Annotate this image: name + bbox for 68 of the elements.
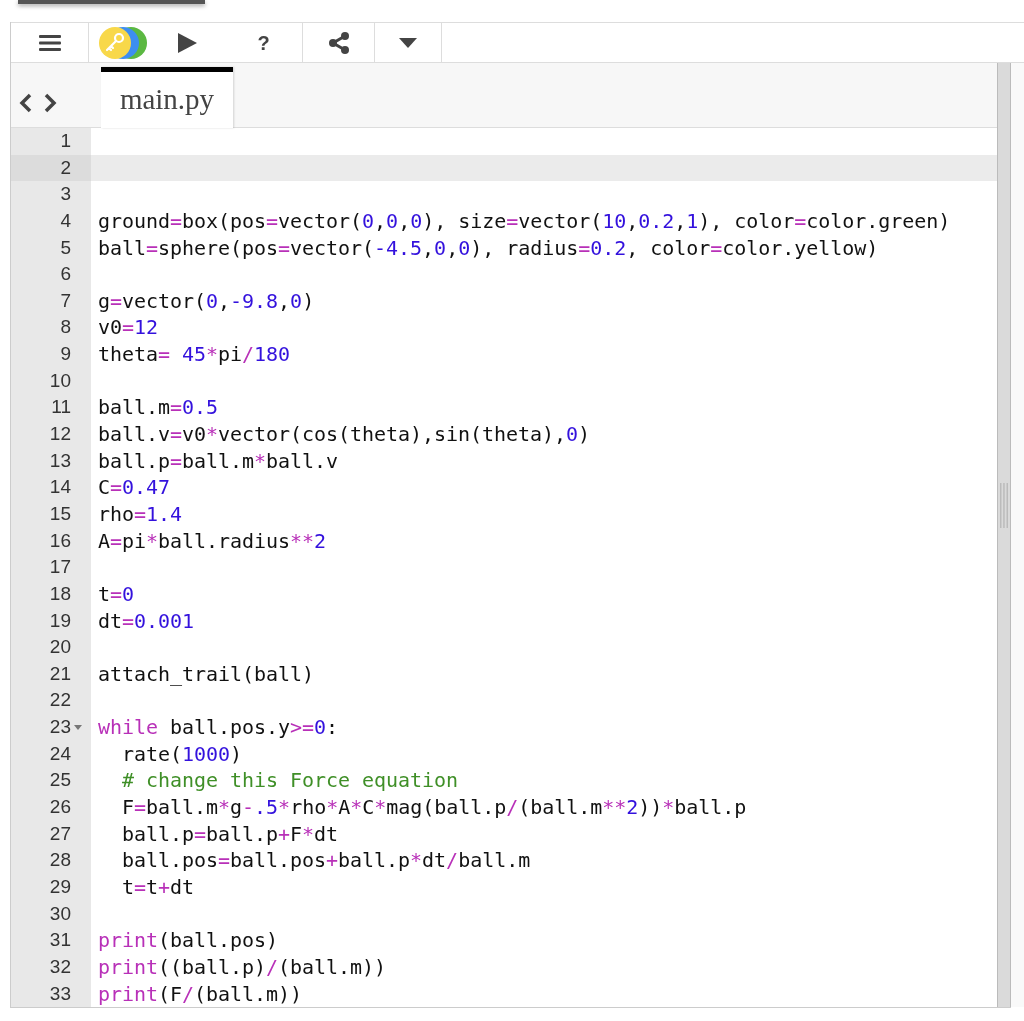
line-number: 33 [48,981,71,1006]
menu-icon [38,33,61,52]
help-button[interactable]: ? [225,23,303,62]
line-number: 10 [48,368,71,393]
caret-down-icon [399,37,417,48]
line-number: 29 [48,874,71,899]
code-line: print(ball.pos) [97,927,279,954]
line-number: 9 [59,342,71,367]
code-line: F=ball.m*g-.5*rho*A*C*mag(ball.p/(ball.m**2))*ball.p [121,794,747,821]
code-line: ground=box(pos=vector(0,0,0), size=vector(10,0.2,1), color=color.green) [97,207,951,235]
line-number: 26 [48,795,71,819]
file-tab[interactable]: main.py [101,67,233,128]
chevron-left-icon[interactable] [19,93,33,113]
code-line: t=0 [97,580,135,608]
line-number: 21 [48,661,71,686]
code-line: C=0.47 [97,474,171,501]
line-number: 7 [59,288,71,313]
code-line: ball=sphere(pos=vector(-4.5,0,0), radius=0.2, color=color.yellow) [97,234,879,262]
line-number: 31 [48,928,71,953]
code-line: # change this Force equation [121,767,459,794]
code-line: theta= 45*pi/180 [97,341,291,368]
code-line: A=pi*ball.radius**2 [97,527,327,555]
grip-icon[interactable] [1000,483,1008,528]
line-number: 5 [59,235,71,260]
code-line: print((ball.p)/(ball.m)) [97,953,387,981]
code-line: ball.pos=ball.pos+ball.p*dt/ball.m [121,847,531,874]
code-line: dt=0.001 [97,607,195,635]
fold-caret-icon[interactable] [74,725,82,731]
line-number: 14 [48,475,71,500]
line-number: 15 [48,501,71,526]
code-line: t=t+dt [121,873,195,901]
line-number: 3 [59,182,71,207]
line-number: 32 [48,954,71,979]
line-number: 16 [48,528,71,553]
line-number: 23 [48,715,71,740]
code-line: v0=12 [97,314,159,342]
line-number: 20 [48,635,71,660]
line-number: 28 [48,848,71,873]
line-number: 4 [59,208,71,233]
line-number: 6 [59,262,71,287]
code-line: g=vector(0,-9.8,0) [97,287,315,315]
key-logo-icon [98,25,148,60]
line-number: 12 [48,422,71,447]
code-line: ball.p=ball.p+F*dt [121,820,339,848]
line-number: 11 [50,395,71,420]
code-line: rho=1.4 [97,500,183,528]
share-icon [327,31,350,54]
play-icon [176,31,198,54]
line-number: 2 [59,155,71,180]
line-number: 30 [48,901,71,926]
code-line: rate(1000) [121,740,243,768]
line-number: 24 [48,741,71,766]
line-number: 25 [48,768,71,793]
code-line: print(F/(ball.m)) [97,980,303,1008]
line-number: 13 [48,448,71,473]
line-number: 1 [59,129,71,153]
line-number: 19 [48,608,71,633]
code-line: attach_trail(ball) [97,660,315,688]
code-line: ball.v=v0*vector(cos(theta),sin(theta),0) [97,421,591,448]
code-line: ball.m=0.5 [97,394,219,422]
line-number: 8 [59,315,71,340]
chevron-right-icon[interactable] [43,93,57,113]
code-line: ball.p=ball.m*ball.v [97,447,339,475]
line-number: 27 [48,821,71,846]
line-number: 22 [48,688,71,713]
code-line: while ball.pos.y>=0: [97,714,339,741]
line-number: 17 [48,555,71,580]
line-number: 18 [48,581,71,606]
